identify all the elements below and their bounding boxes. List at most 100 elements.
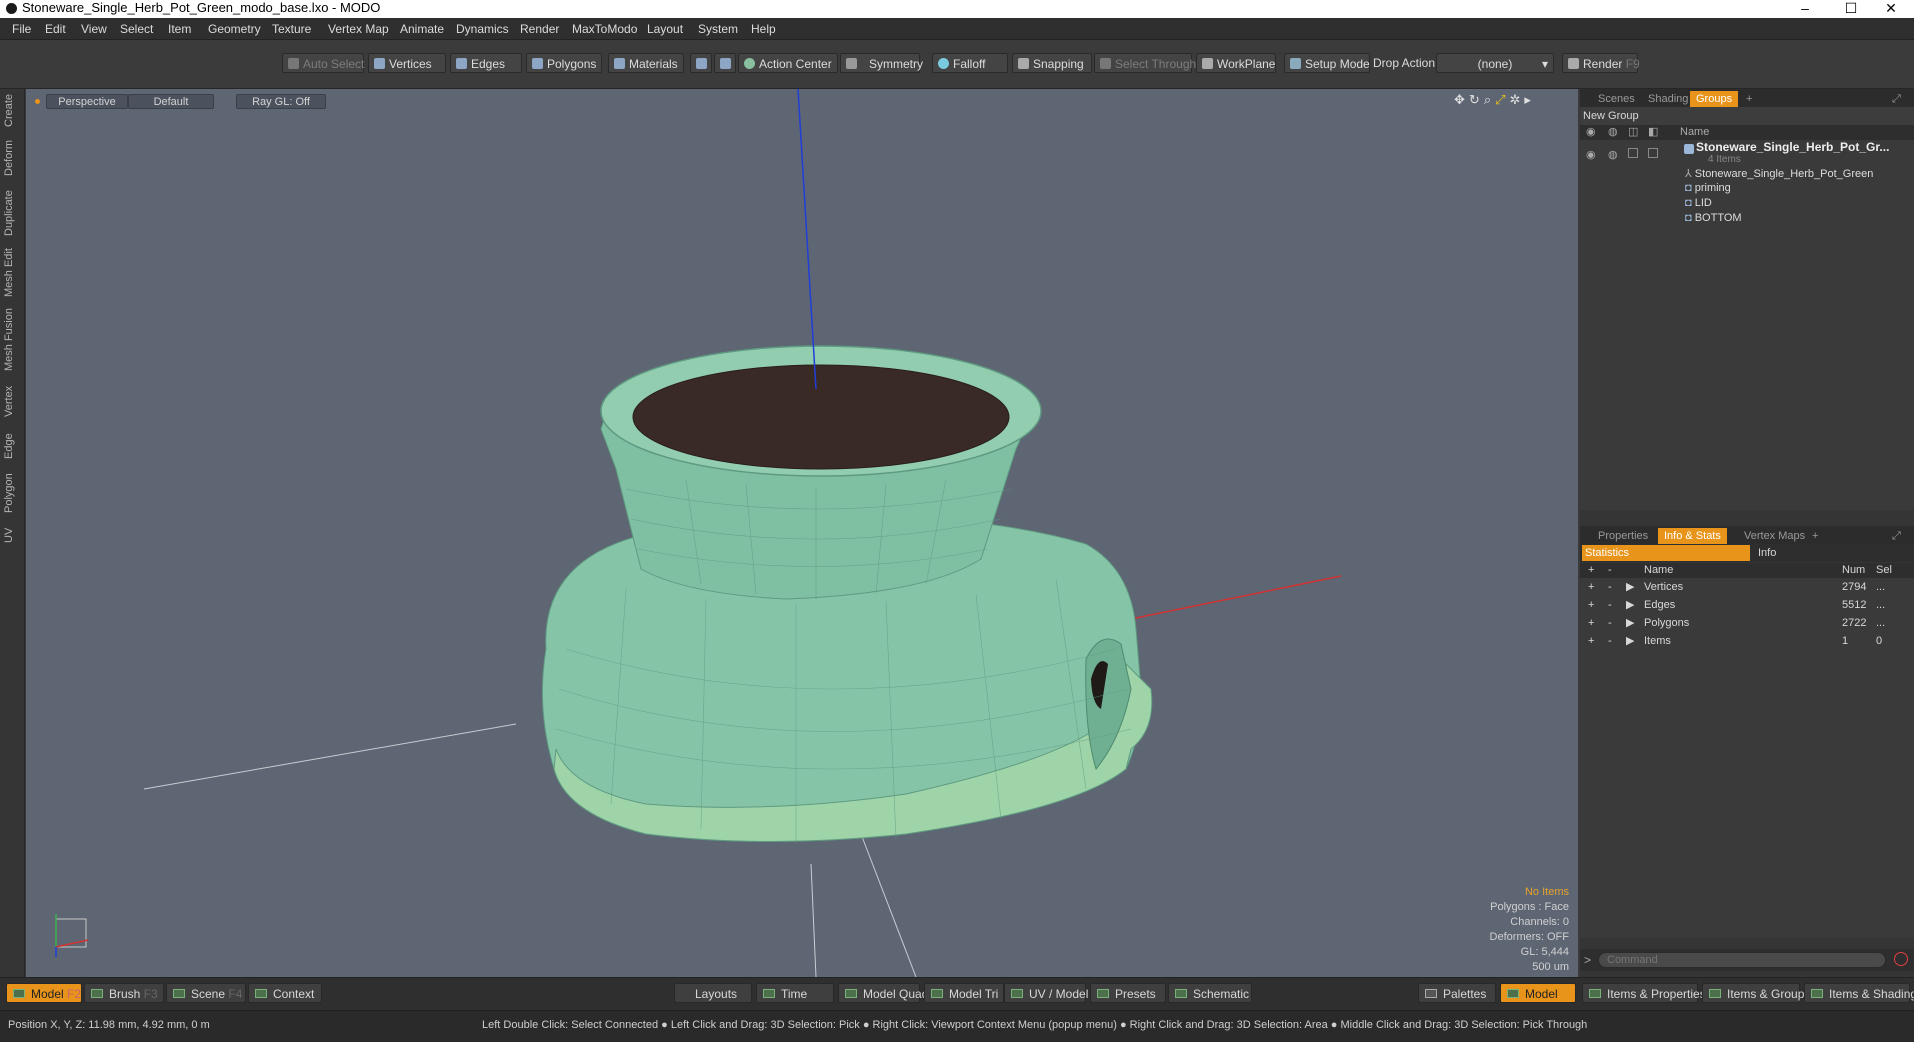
action-center-button[interactable]: Action Center bbox=[738, 53, 838, 73]
new-group-button[interactable]: New Group bbox=[1580, 107, 1914, 125]
tab-uv[interactable]: UV bbox=[3, 523, 21, 547]
tab-create[interactable]: Create bbox=[3, 89, 21, 131]
tab-vertex-maps[interactable]: Vertex Maps bbox=[1738, 528, 1811, 544]
tab-properties[interactable]: Properties bbox=[1592, 528, 1654, 544]
table-row[interactable]: + - ▶ Items 1 0 bbox=[1580, 632, 1914, 650]
menu-select[interactable]: Select bbox=[120, 18, 153, 40]
group-render-icon[interactable]: ◍ bbox=[1608, 148, 1618, 161]
list-item[interactable]: ◘ BOTTOM bbox=[1685, 212, 1742, 224]
palettes-button[interactable]: Palettes bbox=[1418, 983, 1496, 1003]
expand-panel-icon[interactable]: ⤢ bbox=[1886, 528, 1907, 544]
model-mode-button[interactable]: Model bbox=[1500, 983, 1576, 1003]
expand-all-icon[interactable]: + bbox=[1588, 563, 1594, 578]
group-select-checkbox[interactable] bbox=[1648, 148, 1658, 158]
tab-info[interactable]: Info bbox=[1758, 544, 1776, 562]
polygons-button[interactable]: Polygons bbox=[526, 53, 602, 73]
vertices-button[interactable]: Vertices bbox=[368, 53, 446, 73]
tab-info-stats[interactable]: Info & Stats bbox=[1658, 528, 1727, 544]
presets-icon bbox=[1097, 989, 1109, 998]
scene-panel-tabs: Scenes Shading Groups + ⤢ bbox=[1580, 89, 1914, 107]
auto-select-button[interactable]: Auto Select bbox=[282, 53, 364, 73]
scene-layout-button[interactable]: Scene F4 bbox=[166, 983, 246, 1003]
list-item[interactable]: ◘ LID bbox=[1685, 197, 1712, 209]
menu-dynamics[interactable]: Dynamics bbox=[456, 18, 509, 40]
expand-arrow-icon[interactable]: ▶ bbox=[1626, 614, 1634, 632]
snapping-button[interactable]: Snapping bbox=[1012, 53, 1092, 73]
context-layout-button[interactable]: Context bbox=[248, 983, 322, 1003]
tab-groups[interactable]: Groups bbox=[1690, 91, 1739, 107]
menu-vertex-map[interactable]: Vertex Map bbox=[328, 18, 389, 40]
expand-panel-icon[interactable]: ⤢ bbox=[1886, 91, 1907, 107]
presets-button[interactable]: Presets bbox=[1090, 983, 1166, 1003]
setup-mode-button[interactable]: Setup Mode bbox=[1284, 53, 1370, 73]
edges-button[interactable]: Edges bbox=[450, 53, 522, 73]
list-item[interactable]: ◘ priming bbox=[1685, 182, 1731, 194]
uv-model-button[interactable]: UV / Model bbox=[1004, 983, 1088, 1003]
close-button[interactable]: ✕ bbox=[1868, 0, 1914, 18]
tab-edge[interactable]: Edge bbox=[3, 429, 21, 463]
menu-maxtomodo[interactable]: MaxToModo bbox=[572, 18, 637, 40]
tab-scenes[interactable]: Scenes bbox=[1592, 91, 1641, 107]
symmetry-button[interactable]: Symmetry bbox=[840, 53, 923, 73]
menu-texture[interactable]: Texture bbox=[272, 18, 311, 40]
menu-file[interactable]: File bbox=[12, 18, 31, 40]
model-quad-button[interactable]: Model Quad bbox=[838, 983, 928, 1003]
tab-deform[interactable]: Deform bbox=[3, 137, 21, 179]
record-icon[interactable] bbox=[1894, 952, 1908, 966]
render-button[interactable]: Render F9 bbox=[1562, 53, 1640, 73]
list-item[interactable]: ⅄ Stoneware_Single_Herb_Pot_Green bbox=[1685, 167, 1873, 180]
expand-arrow-icon[interactable]: ▶ bbox=[1626, 578, 1634, 596]
command-input[interactable] bbox=[1598, 952, 1886, 968]
group-name[interactable]: Stoneware_Single_Herb_Pot_Gr... bbox=[1696, 140, 1889, 154]
table-row[interactable]: + - ▶ Edges 5512... bbox=[1580, 596, 1914, 614]
brush-layout-button[interactable]: Brush F3 bbox=[84, 983, 164, 1003]
group-lock-checkbox[interactable] bbox=[1628, 148, 1638, 158]
menu-render[interactable]: Render bbox=[520, 18, 559, 40]
items-shading-button[interactable]: Items & Shading bbox=[1804, 983, 1914, 1003]
expand-arrow-icon[interactable]: ▶ bbox=[1626, 632, 1634, 650]
menu-view[interactable]: View bbox=[81, 18, 107, 40]
drop-action-select[interactable]: (none) ▾ bbox=[1436, 53, 1554, 73]
menu-edit[interactable]: Edit bbox=[45, 18, 66, 40]
group-icon bbox=[1684, 144, 1694, 154]
tab-vertex[interactable]: Vertex bbox=[3, 381, 21, 421]
menu-system[interactable]: System bbox=[698, 18, 738, 40]
status-bar: Position X, Y, Z: 11.98 mm, 4.92 mm, 0 m… bbox=[0, 1010, 1914, 1042]
tab-mesh-fusion[interactable]: Mesh Fusion bbox=[3, 307, 21, 373]
select-through-button[interactable]: Select Through bbox=[1094, 53, 1196, 73]
menu-item[interactable]: Item bbox=[168, 18, 191, 40]
collapse-all-icon[interactable]: - bbox=[1608, 563, 1612, 578]
workplane-button[interactable]: WorkPlane bbox=[1196, 53, 1276, 73]
tab-statistics[interactable]: Statistics bbox=[1582, 545, 1750, 561]
items-groups-button[interactable]: Items & Groups bbox=[1702, 983, 1810, 1003]
select-mode-2-icon-button[interactable] bbox=[714, 53, 736, 73]
select-header-icon: ◧ bbox=[1648, 126, 1659, 138]
tab-mesh-edit[interactable]: Mesh Edit bbox=[3, 247, 21, 299]
3d-viewport[interactable]: Perspective Default Ray GL: Off ✥↻⌕⤢✲▸ N… bbox=[26, 89, 1578, 977]
model-tri-button[interactable]: Model Tri bbox=[924, 983, 1004, 1003]
tab-duplicate[interactable]: Duplicate bbox=[3, 187, 21, 239]
layouts-button[interactable]: Layouts bbox=[674, 983, 752, 1003]
falloff-button[interactable]: Falloff bbox=[932, 53, 1008, 73]
items-properties-button[interactable]: Items & Properties bbox=[1582, 983, 1706, 1003]
expand-arrow-icon[interactable]: ▶ bbox=[1626, 596, 1634, 614]
menu-help[interactable]: Help bbox=[751, 18, 776, 40]
edges-icon bbox=[456, 58, 467, 69]
add-tab-icon[interactable]: + bbox=[1740, 91, 1758, 107]
stats-num-header: Num bbox=[1842, 564, 1866, 576]
tab-polygon[interactable]: Polygon bbox=[3, 469, 21, 517]
menu-geometry[interactable]: Geometry bbox=[208, 18, 261, 40]
schematic-button[interactable]: Schematic bbox=[1168, 983, 1252, 1003]
add-tab-icon[interactable]: + bbox=[1806, 528, 1824, 544]
table-row[interactable]: + - ▶ Vertices 2794... bbox=[1580, 578, 1914, 596]
time-button[interactable]: Time bbox=[756, 983, 834, 1003]
minimize-button[interactable]: – bbox=[1782, 0, 1828, 18]
menu-animate[interactable]: Animate bbox=[400, 18, 444, 40]
select-mode-icon-button[interactable] bbox=[690, 53, 712, 73]
group-visibility-icon[interactable]: ◉ bbox=[1586, 148, 1596, 161]
table-row[interactable]: + - ▶ Polygons 2722... bbox=[1580, 614, 1914, 632]
model-layout-button[interactable]: Model F2 bbox=[6, 983, 82, 1003]
menu-layout[interactable]: Layout bbox=[647, 18, 683, 40]
materials-button[interactable]: Materials bbox=[608, 53, 684, 73]
tab-shading[interactable]: Shading bbox=[1642, 91, 1694, 107]
